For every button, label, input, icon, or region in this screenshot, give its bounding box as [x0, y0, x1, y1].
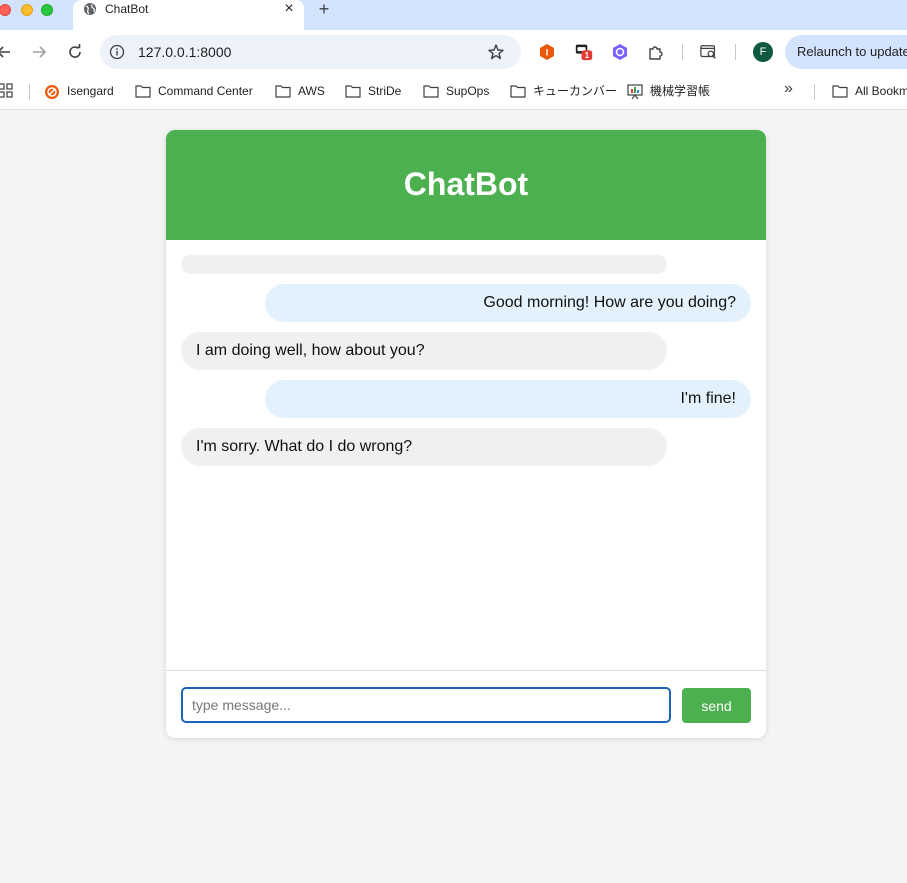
message-list[interactable]: Good morning! How are you doing? I am do… — [166, 240, 766, 670]
tab-strip: ChatBot × + — [0, 0, 907, 30]
profile-avatar[interactable]: F — [753, 42, 773, 62]
folder-icon — [832, 85, 848, 98]
new-tab-button[interactable]: + — [314, 0, 334, 20]
folder-icon — [423, 85, 439, 98]
puzzle-icon[interactable] — [647, 43, 665, 61]
folder-icon — [275, 85, 291, 98]
chart-board-icon — [627, 84, 643, 100]
reload-icon[interactable] — [65, 42, 85, 62]
tab-title: ChatBot — [105, 2, 149, 16]
svg-text:1: 1 — [585, 51, 590, 60]
url-text: 127.0.0.1:8000 — [138, 44, 232, 60]
search-tab-icon[interactable] — [700, 43, 718, 61]
apps-grid-icon[interactable] — [0, 83, 14, 99]
bot-message — [181, 255, 667, 274]
user-message: Good morning! How are you doing? — [265, 284, 751, 322]
bookmarks-overflow-icon[interactable]: » — [784, 80, 793, 98]
bookmarks-bar: Isengard Command Center AWS StriDe SupOp… — [0, 74, 907, 110]
chat-container: ChatBot Good morning! How are you doing?… — [166, 130, 766, 738]
chat-extension-icon[interactable]: 1 — [575, 43, 593, 61]
svg-text:I: I — [546, 48, 549, 58]
site-info-icon[interactable] — [109, 44, 125, 60]
bot-message: I'm sorry. What do I do wrong? — [181, 428, 667, 466]
folder-icon — [135, 85, 151, 98]
message-input[interactable] — [181, 687, 671, 723]
bookmarks-separator — [29, 84, 30, 100]
window-zoom-button[interactable] — [41, 4, 53, 16]
window-minimize-button[interactable] — [21, 4, 33, 16]
bookmarks-separator — [814, 84, 815, 100]
toolbar-separator — [735, 44, 736, 60]
chat-input-area: send — [166, 670, 766, 738]
bot-message: I am doing well, how about you? — [181, 332, 667, 370]
user-message: I'm fine! — [265, 380, 751, 418]
folder-icon — [510, 85, 526, 98]
send-button[interactable]: send — [682, 688, 751, 723]
hexagon-extension-icon[interactable]: I — [538, 43, 556, 61]
browser-toolbar: 127.0.0.1:8000 I 1 F Relaunch to update — [0, 30, 907, 74]
back-arrow-icon[interactable] — [0, 42, 14, 62]
bookmark-star-icon[interactable] — [487, 43, 505, 61]
isengard-icon — [45, 85, 59, 99]
window-close-button[interactable] — [0, 4, 11, 16]
tab-chatbot[interactable]: ChatBot × — [73, 0, 304, 30]
forward-arrow-icon[interactable] — [29, 42, 49, 62]
chat-header: ChatBot — [166, 130, 766, 240]
toolbar-separator — [682, 44, 683, 60]
shield-extension-icon[interactable] — [611, 43, 629, 61]
chat-title: ChatBot — [403, 166, 529, 202]
address-bar[interactable]: 127.0.0.1:8000 — [100, 35, 521, 69]
tab-close-icon[interactable]: × — [280, 0, 298, 18]
folder-icon — [345, 85, 361, 98]
relaunch-button[interactable]: Relaunch to update — [785, 35, 907, 69]
globe-icon — [84, 3, 96, 15]
